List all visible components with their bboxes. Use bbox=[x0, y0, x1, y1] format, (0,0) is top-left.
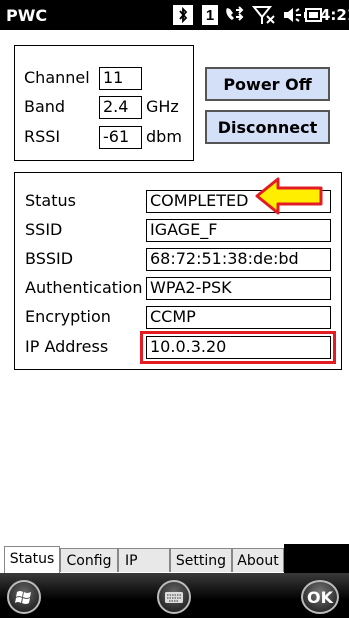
ok-button[interactable]: OK bbox=[301, 580, 339, 614]
tab-strip-filler bbox=[284, 544, 349, 573]
bluetooth-icon[interactable] bbox=[173, 5, 193, 25]
windows-start-button[interactable] bbox=[7, 580, 41, 614]
sim-number[interactable]: 1 bbox=[202, 5, 218, 25]
status-bar: PWC 1 4:21 bbox=[0, 0, 349, 30]
keyboard-icon bbox=[165, 592, 183, 603]
tab-about[interactable]: About bbox=[232, 548, 284, 572]
channel-label: Channel bbox=[24, 68, 90, 87]
rssi-label: RSSI bbox=[24, 127, 61, 146]
tab-config[interactable]: Config bbox=[60, 548, 118, 572]
tab-setting[interactable]: Setting bbox=[170, 548, 232, 572]
windows-logo-icon bbox=[15, 591, 31, 604]
bssid-value: 68:72:51:38:de:bd bbox=[146, 248, 331, 271]
disconnect-button[interactable]: Disconnect bbox=[205, 110, 330, 144]
ssid-label: SSID bbox=[25, 220, 63, 239]
yellow-arrow-annotation bbox=[255, 177, 323, 215]
power-off-button[interactable]: Power Off bbox=[205, 67, 330, 101]
authentication-label: Authentication bbox=[25, 278, 143, 297]
tab-status[interactable]: Status bbox=[4, 546, 60, 573]
ip-highlight-box bbox=[140, 331, 336, 364]
band-unit: GHz bbox=[146, 97, 179, 116]
clock[interactable]: 4:21 bbox=[320, 6, 349, 24]
ssid-value: IGAGE_F bbox=[146, 219, 331, 242]
volume-icon[interactable] bbox=[282, 5, 304, 25]
authentication-value: WPA2-PSK bbox=[146, 277, 331, 300]
phone-forward-icon[interactable] bbox=[222, 5, 248, 25]
band-label: Band bbox=[24, 97, 66, 116]
encryption-value: CCMP bbox=[146, 306, 331, 329]
status-label: Status bbox=[25, 191, 76, 210]
band-value: 2.4 bbox=[99, 96, 142, 119]
bssid-label: BSSID bbox=[25, 249, 74, 268]
rssi-value: -61 bbox=[99, 126, 142, 149]
app-title[interactable]: PWC bbox=[6, 6, 47, 25]
channel-value: 11 bbox=[99, 67, 142, 90]
no-signal-icon[interactable] bbox=[252, 5, 276, 25]
ip-address-label: IP Address bbox=[25, 337, 109, 356]
rssi-unit: dbm bbox=[146, 127, 182, 146]
encryption-label: Encryption bbox=[25, 307, 111, 326]
tab-ip[interactable]: IP bbox=[118, 548, 170, 572]
keyboard-button[interactable] bbox=[157, 580, 191, 614]
